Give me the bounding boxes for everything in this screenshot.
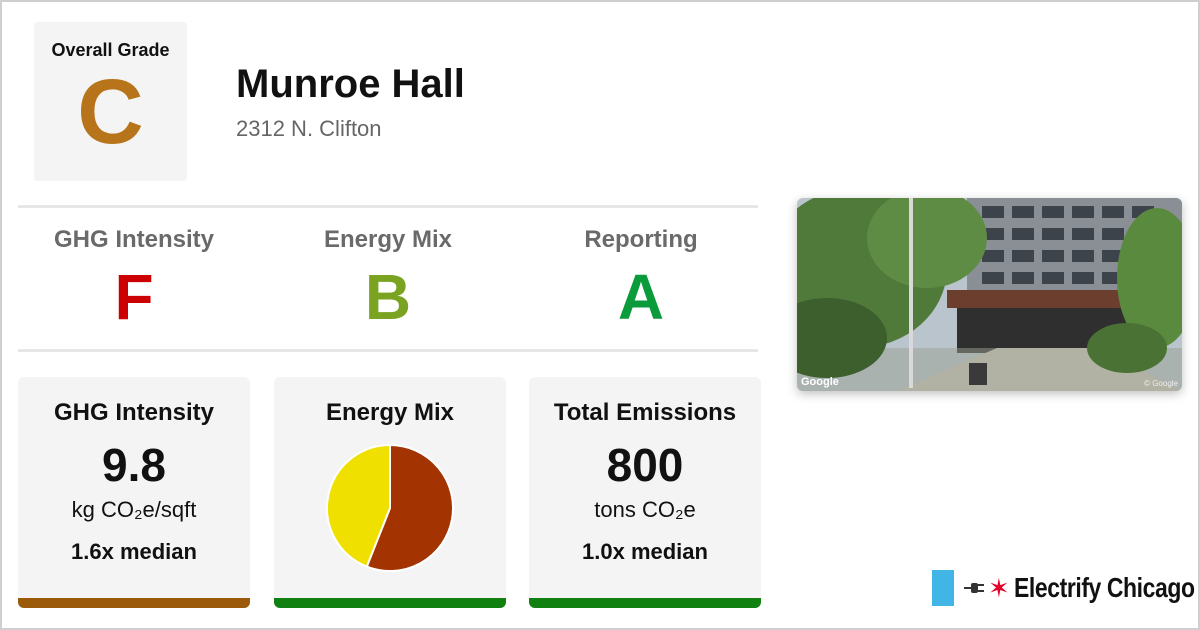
ghg-intensity-grade-letter: F (114, 261, 154, 333)
energy-mix-card: Energy Mix (274, 377, 506, 608)
reporting-grade-letter: A (617, 261, 665, 333)
chicago-flag-stripe (932, 570, 954, 606)
building-photo-image (797, 198, 1182, 391)
electrify-chicago-logo[interactable]: ✶ Electrify Chicago (932, 570, 1200, 606)
chicago-star-icon: ✶ (988, 573, 1010, 603)
total-emissions-card: Total Emissions 800 tons CO₂e 1.0x media… (529, 377, 761, 608)
reporting-grade: Reporting A (525, 226, 757, 330)
google-copyright: © Google (1144, 379, 1178, 388)
ghg-intensity-card: GHG Intensity 9.8 kg CO₂e/sqft 1.6x medi… (18, 377, 250, 608)
building-address: 2312 N. Clifton (236, 116, 382, 141)
building-name: Munroe Hall (236, 62, 465, 106)
overall-grade-letter: C (77, 61, 144, 163)
plug-icon (964, 583, 984, 593)
google-attribution: Google (801, 376, 839, 388)
street-view-photo: Google © Google (797, 198, 1182, 391)
total-emissions-card-title: Total Emissions (553, 399, 737, 426)
ghg-intensity-value: 9.8 (102, 439, 166, 491)
overall-grade-box: Overall Grade C (34, 22, 187, 181)
ghg-intensity-status-bar (18, 598, 250, 608)
energy-mix-grade-label: Energy Mix (323, 226, 453, 253)
ghg-intensity-grade-label: GHG Intensity (53, 226, 215, 253)
total-emissions-median: 1.0x median (582, 539, 708, 564)
ghg-intensity-card-title: GHG Intensity (53, 399, 215, 426)
reporting-grade-label: Reporting (584, 226, 698, 253)
ghg-intensity-unit: kg CO₂e/sqft (71, 497, 197, 522)
total-emissions-value: 800 (606, 439, 684, 491)
energy-mix-pie-chart (326, 443, 454, 572)
brand-name: Electrify Chicago (1013, 572, 1195, 603)
ghg-intensity-grade: GHG Intensity F (18, 226, 250, 330)
energy-mix-grade: Energy Mix B (272, 226, 504, 330)
overall-grade-label: Overall Grade (51, 40, 170, 60)
divider-bottom (18, 349, 758, 352)
ghg-intensity-median: 1.6x median (71, 539, 197, 564)
total-emissions-unit: tons CO₂e (594, 497, 696, 522)
divider-top (18, 205, 758, 208)
energy-mix-grade-letter: B (364, 261, 412, 333)
energy-mix-card-title: Energy Mix (325, 399, 455, 426)
energy-mix-status-bar (274, 598, 506, 608)
total-emissions-status-bar (529, 598, 761, 608)
